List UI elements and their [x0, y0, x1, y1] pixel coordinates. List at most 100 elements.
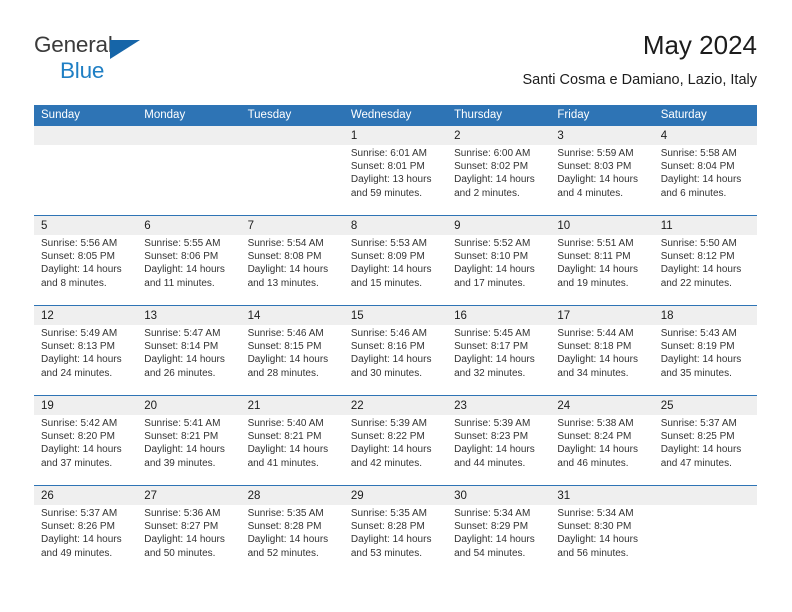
day-cell-9[interactable]: Sunrise: 5:52 AM Sunset: 8:10 PM Daylight:… — [447, 235, 551, 305]
day-number-row: 26 27 28 29 30 31 — [34, 486, 757, 505]
day-cell-2[interactable]: Sunrise: 6:00 AM Sunset: 8:02 PM Daylight:… — [447, 145, 551, 215]
day-cell-30[interactable]: Sunrise: 5:34 AM Sunset: 8:29 PM Daylight:… — [447, 505, 551, 575]
day-number-26[interactable]: 26 — [34, 486, 138, 505]
day-detail-line: Daylight: 14 hours — [144, 354, 225, 366]
day-cell-12[interactable]: Sunrise: 5:49 AM Sunset: 8:13 PM Daylight:… — [34, 325, 138, 395]
day-cell-3[interactable]: Sunrise: 5:59 AM Sunset: 8:03 PM Daylight:… — [550, 145, 654, 215]
day-cell-17[interactable]: Sunrise: 5:44 AM Sunset: 8:18 PM Daylight:… — [550, 325, 654, 395]
day-number-14[interactable]: 14 — [240, 306, 344, 325]
day-cell-19[interactable]: Sunrise: 5:42 AM Sunset: 8:20 PM Daylight:… — [34, 415, 138, 485]
day-number-7[interactable]: 7 — [240, 216, 344, 235]
day-detail-line: Sunset: 8:18 PM — [557, 341, 632, 353]
day-number-11[interactable]: 11 — [653, 216, 757, 235]
day-cell-15[interactable]: Sunrise: 5:46 AM Sunset: 8:16 PM Daylight:… — [343, 325, 448, 395]
day-detail-line: Daylight: 14 hours — [557, 444, 639, 456]
weekday-header-friday: Friday — [550, 105, 654, 126]
day-detail-line: and 26 minutes. — [144, 367, 216, 379]
day-cell-25[interactable]: Sunrise: 5:37 AM Sunset: 8:25 PM Daylight:… — [653, 415, 757, 485]
day-detail-line: and 41 minutes. — [247, 457, 319, 469]
day-detail-row: Sunrise: 5:42 AM Sunset: 8:20 PM Daylight:… — [34, 415, 757, 485]
day-detail-line: Sunrise: 5:53 AM — [350, 238, 427, 249]
page-title: May 2024 — [642, 30, 757, 60]
day-cell-31[interactable]: Sunrise: 5:34 AM Sunset: 8:30 PM Daylight:… — [550, 505, 654, 575]
day-number-20[interactable]: 20 — [137, 396, 241, 415]
day-detail-line: Sunrise: 5:40 AM — [247, 418, 324, 429]
day-detail-line: Sunrise: 5:43 AM — [660, 328, 737, 339]
day-number-5[interactable]: 5 — [34, 216, 138, 235]
day-number-31[interactable]: 31 — [550, 486, 654, 505]
day-number-17[interactable]: 17 — [550, 306, 654, 325]
day-number-18[interactable]: 18 — [653, 306, 757, 325]
day-detail-line: Sunset: 8:25 PM — [660, 431, 735, 443]
day-number-9[interactable]: 9 — [447, 216, 551, 235]
day-number-2[interactable]: 2 — [447, 126, 551, 145]
generalblue-logo[interactable]: General Blue — [34, 33, 164, 86]
day-number-27[interactable]: 27 — [137, 486, 241, 505]
day-detail-line: Sunrise: 5:45 AM — [454, 328, 531, 339]
day-detail-line: Sunset: 8:15 PM — [247, 341, 322, 353]
day-number-24[interactable]: 24 — [550, 396, 654, 415]
day-detail-line: and 32 minutes. — [454, 367, 526, 379]
day-cell-empty — [137, 145, 241, 215]
day-detail-line: Daylight: 14 hours — [247, 534, 329, 546]
day-detail-line: Daylight: 14 hours — [660, 264, 742, 276]
day-detail-line: Sunrise: 5:38 AM — [557, 418, 634, 429]
day-detail-line: Sunrise: 5:52 AM — [454, 238, 531, 249]
day-number-13[interactable]: 13 — [137, 306, 241, 325]
day-detail-line: Sunset: 8:27 PM — [144, 521, 219, 533]
day-number-12[interactable]: 12 — [34, 306, 138, 325]
day-detail-line: and 53 minutes. — [350, 547, 423, 559]
day-number-3[interactable]: 3 — [550, 126, 654, 145]
day-detail-line: Sunset: 8:28 PM — [247, 521, 322, 533]
day-detail-line: Sunset: 8:02 PM — [454, 161, 529, 173]
page-subtitle: Santi Cosma e Damiano, Lazio, Italy — [522, 72, 757, 88]
day-number-29[interactable]: 29 — [343, 486, 448, 505]
day-cell-18[interactable]: Sunrise: 5:43 AM Sunset: 8:19 PM Daylight:… — [653, 325, 757, 395]
day-cell-11[interactable]: Sunrise: 5:50 AM Sunset: 8:12 PM Daylight:… — [653, 235, 757, 305]
day-cell-16[interactable]: Sunrise: 5:45 AM Sunset: 8:17 PM Daylight:… — [447, 325, 551, 395]
day-number-21[interactable]: 21 — [240, 396, 344, 415]
day-number-25[interactable]: 25 — [653, 396, 757, 415]
day-number-28[interactable]: 28 — [240, 486, 344, 505]
day-cell-5[interactable]: Sunrise: 5:56 AM Sunset: 8:05 PM Daylight:… — [34, 235, 138, 305]
day-cell-20[interactable]: Sunrise: 5:41 AM Sunset: 8:21 PM Daylight:… — [137, 415, 241, 485]
day-cell-14[interactable]: Sunrise: 5:46 AM Sunset: 8:15 PM Daylight:… — [240, 325, 344, 395]
day-number-16[interactable]: 16 — [447, 306, 551, 325]
day-cell-21[interactable]: Sunrise: 5:40 AM Sunset: 8:21 PM Daylight:… — [240, 415, 344, 485]
day-detail-line: Sunrise: 5:50 AM — [660, 238, 737, 249]
day-cell-27[interactable]: Sunrise: 5:36 AM Sunset: 8:27 PM Daylight:… — [137, 505, 241, 575]
day-detail-line: and 37 minutes. — [41, 457, 113, 469]
day-cell-8[interactable]: Sunrise: 5:53 AM Sunset: 8:09 PM Daylight:… — [343, 235, 448, 305]
day-number-4[interactable]: 4 — [653, 126, 757, 145]
day-number-10[interactable]: 10 — [550, 216, 654, 235]
weekday-header-monday: Monday — [137, 105, 241, 126]
day-cell-6[interactable]: Sunrise: 5:55 AM Sunset: 8:06 PM Daylight:… — [137, 235, 241, 305]
day-number-22[interactable]: 22 — [343, 396, 448, 415]
day-number-19[interactable]: 19 — [34, 396, 138, 415]
day-number-30[interactable]: 30 — [447, 486, 551, 505]
day-cell-24[interactable]: Sunrise: 5:38 AM Sunset: 8:24 PM Daylight:… — [550, 415, 654, 485]
page-header: General Blue May 2024 Santi Cosma e Dami… — [34, 30, 757, 100]
day-cell-29[interactable]: Sunrise: 5:35 AM Sunset: 8:28 PM Daylight:… — [343, 505, 448, 575]
day-number-8[interactable]: 8 — [343, 216, 448, 235]
day-cell-23[interactable]: Sunrise: 5:39 AM Sunset: 8:23 PM Daylight:… — [447, 415, 551, 485]
day-cell-28[interactable]: Sunrise: 5:35 AM Sunset: 8:28 PM Daylight:… — [240, 505, 344, 575]
day-detail-line: and 2 minutes. — [454, 187, 520, 199]
day-cell-4[interactable]: Sunrise: 5:58 AM Sunset: 8:04 PM Daylight:… — [653, 145, 757, 215]
day-number-6[interactable]: 6 — [137, 216, 241, 235]
day-number-15[interactable]: 15 — [343, 306, 448, 325]
day-detail-line: Sunset: 8:29 PM — [454, 521, 529, 533]
day-detail-line: Daylight: 14 hours — [144, 264, 225, 276]
day-number-23[interactable]: 23 — [447, 396, 551, 415]
day-cell-26[interactable]: Sunrise: 5:37 AM Sunset: 8:26 PM Daylight:… — [34, 505, 138, 575]
day-detail-line: Daylight: 14 hours — [557, 174, 639, 186]
day-cell-1[interactable]: Sunrise: 6:01 AM Sunset: 8:01 PM Daylight:… — [343, 145, 448, 215]
day-detail-line: Sunset: 8:23 PM — [454, 431, 529, 443]
day-detail-line: Sunset: 8:14 PM — [144, 341, 219, 353]
day-number-1[interactable]: 1 — [343, 126, 448, 145]
day-detail-line: and 13 minutes. — [247, 277, 319, 289]
day-cell-22[interactable]: Sunrise: 5:39 AM Sunset: 8:22 PM Daylight:… — [343, 415, 448, 485]
day-cell-7[interactable]: Sunrise: 5:54 AM Sunset: 8:08 PM Daylight:… — [240, 235, 344, 305]
day-cell-13[interactable]: Sunrise: 5:47 AM Sunset: 8:14 PM Daylight:… — [137, 325, 241, 395]
day-cell-10[interactable]: Sunrise: 5:51 AM Sunset: 8:11 PM Daylight:… — [550, 235, 654, 305]
